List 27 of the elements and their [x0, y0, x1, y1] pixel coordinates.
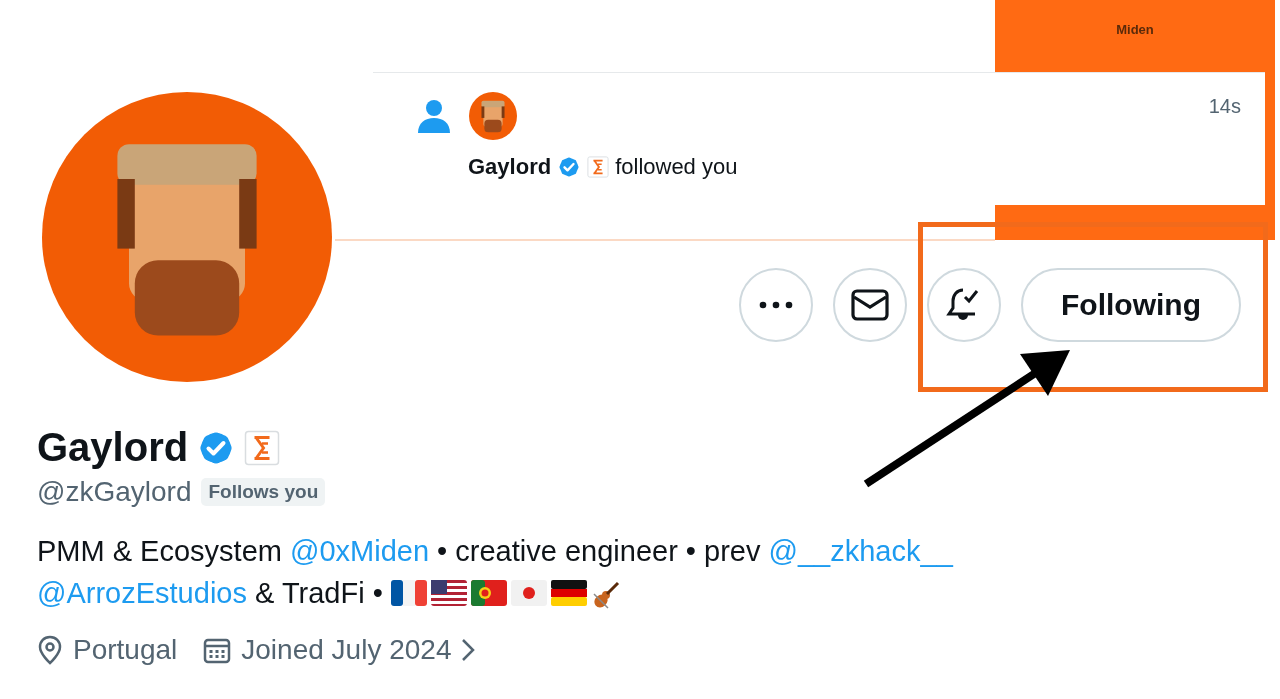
chevron-right-icon	[461, 638, 476, 662]
flag-icon	[510, 580, 547, 607]
avatar	[469, 92, 517, 140]
brand-label: Miden	[1116, 22, 1154, 38]
location-pin-icon	[37, 635, 63, 665]
bio-text: PMM & Ecosystem @0xMiden • creative engineer • prev @__zkhack__ @ArrozEstudios & TradFi •	[37, 534, 955, 613]
calendar-icon	[203, 636, 232, 664]
mention-link[interactable]: @ArrozEstudios	[37, 577, 247, 609]
more-icon	[759, 301, 793, 309]
user-name: Gaylord	[468, 154, 552, 180]
flag-icon	[430, 580, 467, 607]
following-button[interactable]: Following	[1021, 268, 1241, 342]
flag-icon	[390, 580, 427, 607]
profile-name: Gaylord	[37, 425, 189, 470]
location-text: Portugal	[73, 634, 178, 666]
profile-handle: @zkGaylord	[37, 476, 192, 508]
follows-you-label: Follows you	[201, 478, 326, 506]
timestamp: 14s	[1208, 95, 1241, 118]
joined-date: Joined July 2024	[241, 634, 452, 666]
flag-icon	[470, 580, 507, 607]
notification-text: followed you	[615, 154, 738, 180]
flag-icon	[550, 580, 587, 607]
mention-link[interactable]: @__zkhack__	[768, 535, 953, 567]
person-icon	[417, 99, 451, 133]
mention-link[interactable]: @0xMiden	[290, 535, 430, 567]
envelope-icon	[851, 289, 889, 321]
violin-icon	[590, 580, 621, 611]
